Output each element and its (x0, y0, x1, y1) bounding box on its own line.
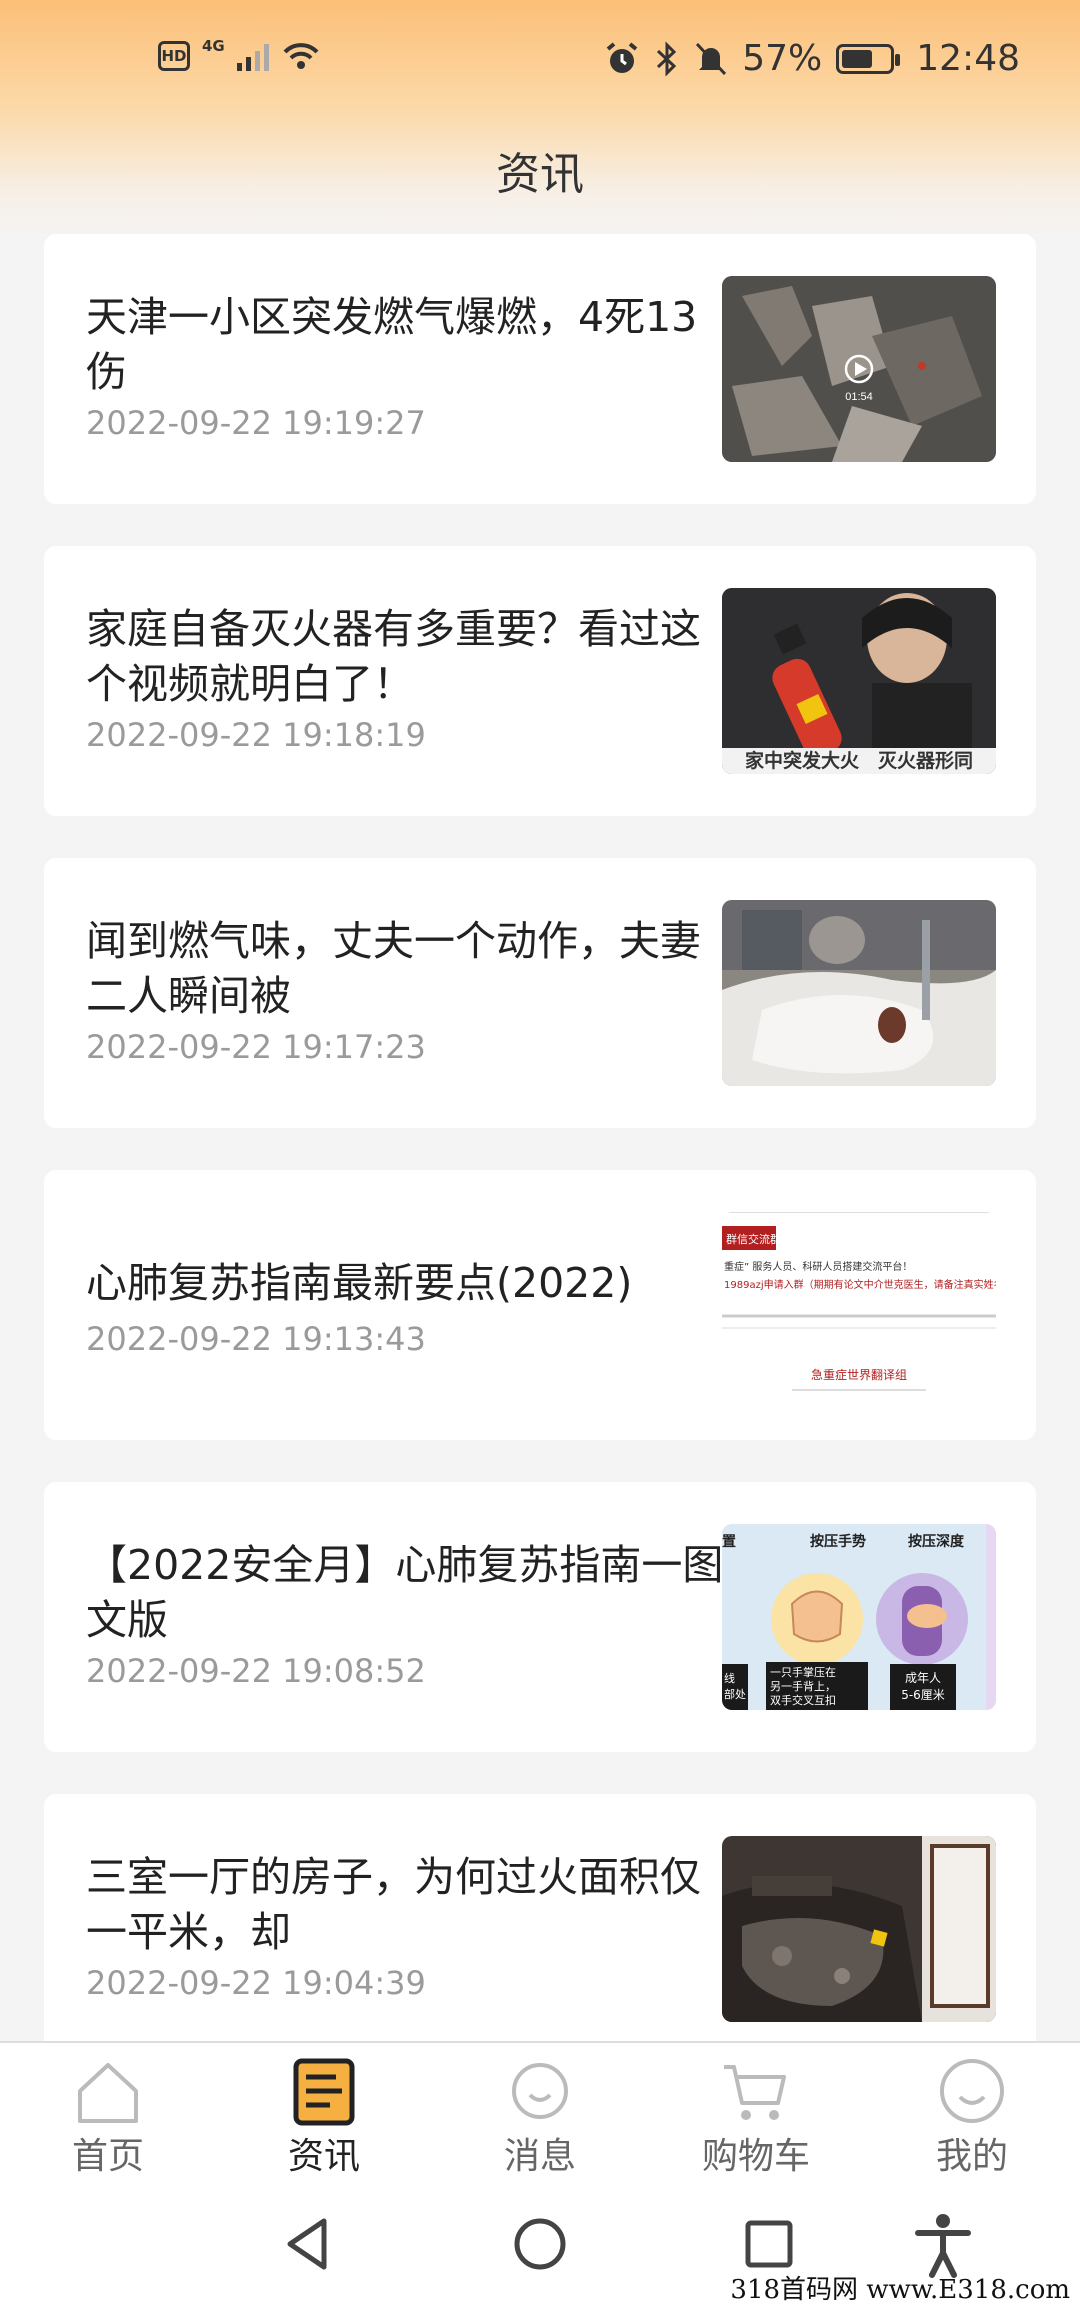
article-time: 2022-09-22 19:04:39 (86, 1964, 426, 2002)
article-card[interactable]: 【2022安全月】心肺复苏指南一图文版 2022-09-22 19:08:52 … (44, 1482, 1036, 1752)
back-icon[interactable] (274, 2209, 344, 2279)
nav-messages[interactable]: 消息 (432, 2043, 648, 2181)
article-thumbnail (722, 1836, 996, 2022)
svg-text:线: 线 (724, 1671, 735, 1685)
article-title: 天津一小区突发燃气爆燃，4死13伤 (86, 293, 698, 396)
nav-label: 首页 (71, 2136, 144, 2177)
svg-text:群信交流群: 群信交流群 (726, 1232, 781, 1246)
video-caption: 家中突发大火 灭火器形同 (745, 749, 973, 772)
news-icon (293, 2058, 355, 2126)
nav-cart[interactable]: 购物车 (648, 2043, 864, 2181)
svg-text:重症” 服务人员、科研人员搭建交流平台！: 重症” 服务人员、科研人员搭建交流平台！ (724, 1260, 912, 1273)
article-title: 心肺复苏指南最新要点(2022) (86, 1259, 633, 1307)
news-feed[interactable]: 天津一小区突发燃气爆燃，4死13伤 2022-09-22 19:19:27 01… (44, 234, 1036, 2106)
article-time: 2022-09-22 19:13:43 (86, 1320, 426, 1358)
nav-label: 我的 (935, 2136, 1008, 2177)
nav-label: 消息 (503, 2136, 576, 2177)
system-nav-bar: 318首码网 www.E318.com (0, 2181, 1080, 2310)
article-time: 2022-09-22 19:18:19 (86, 716, 426, 754)
cart-icon (724, 2065, 786, 2120)
watermark: 318首码网 www.E318.com (730, 2275, 1070, 2305)
article-card[interactable]: 三室一厅的房子，为何过火面积仅一平米，却 2022-09-22 19:04:39 (44, 1794, 1036, 2064)
svg-text:置: 置 (722, 1533, 736, 1550)
message-icon (512, 2063, 568, 2119)
bluetooth-icon (657, 40, 677, 77)
svg-text:部处: 部处 (724, 1687, 746, 1701)
article-card[interactable]: 闻到燃气味，丈夫一个动作，夫妻二人瞬间被 2022-09-22 19:17:23 (44, 858, 1036, 1128)
profile-icon (940, 2059, 1004, 2123)
svg-text:5-6厘米: 5-6厘米 (901, 1688, 945, 1702)
article-time: 2022-09-22 19:08:52 (86, 1652, 426, 1690)
svg-text:另一手背上，: 另一手背上， (770, 1679, 836, 1693)
svg-text:双手交叉互扣: 双手交叉互扣 (770, 1693, 836, 1707)
article-title: 闻到燃气味，丈夫一个动作，夫妻二人瞬间被 (86, 917, 701, 1020)
nav-home[interactable]: 首页 (0, 2043, 216, 2181)
bottom-nav: 首页 资讯 消息 购物车 我的 (0, 2041, 1080, 2181)
article-time: 2022-09-22 19:17:23 (86, 1028, 426, 1066)
svg-text:一只手掌压在: 一只手掌压在 (770, 1665, 836, 1679)
network-type: 4G (202, 37, 225, 55)
status-bar: HD 4G 57% 12:48 (0, 0, 1080, 125)
nav-label: 资讯 (287, 2136, 360, 2177)
document-caption: 急重症世界翻译组 (811, 1367, 907, 1382)
page-title: 资讯 (496, 149, 584, 200)
mute-icon (696, 42, 727, 75)
alarm-icon (606, 41, 638, 73)
home-icon (78, 2063, 138, 2123)
battery-icon (836, 43, 901, 74)
battery-percent: 57% (742, 38, 823, 79)
svg-text:按压深度: 按压深度 (908, 1533, 965, 1550)
status-right: 57% 12:48 (604, 38, 1020, 79)
nav-news[interactable]: 资讯 (216, 2043, 432, 2181)
home-circle-icon[interactable] (505, 2209, 575, 2279)
hd-badge: HD (158, 41, 190, 71)
article-thumbnail (722, 900, 996, 1086)
status-left: HD 4G (158, 37, 321, 72)
article-title: 【2022安全月】心肺复苏指南一图文版 (86, 1541, 724, 1644)
nav-label: 购物车 (701, 2136, 810, 2177)
article-title: 三室一厅的房子，为何过火面积仅一平米，却 (86, 1853, 701, 1956)
signal-icon (236, 41, 269, 71)
svg-text:按压手势: 按压手势 (810, 1533, 866, 1550)
svg-text:成年人: 成年人 (905, 1671, 941, 1685)
article-thumbnail: 群信交流群 重症” 服务人员、科研人员搭建交流平台！ 1989azj申请入群（期… (722, 1212, 996, 1398)
video-duration: 01:54 (845, 391, 873, 403)
article-card[interactable]: 心肺复苏指南最新要点(2022) 2022-09-22 19:13:43 群信交… (44, 1170, 1036, 1440)
article-thumbnail: 置 按压手势 按压深度 线 部处 一只手掌压在 另一手背上， 双手交叉互扣 成年… (722, 1524, 996, 1710)
nav-profile[interactable]: 我的 (864, 2043, 1080, 2181)
svg-text:1989azj申请入群（期期有论文中介世克医生，请备注真实姓: 1989azj申请入群（期期有论文中介世克医生，请备注真实姓名+ (724, 1278, 996, 1291)
article-time: 2022-09-22 19:19:27 (86, 404, 426, 442)
article-thumbnail: 01:54 (722, 276, 996, 462)
article-card[interactable]: 家庭自备灭火器有多重要？看过这个视频就明白了！ 2022-09-22 19:18… (44, 546, 1036, 816)
article-thumbnail: 家中突发大火 灭火器形同 (722, 588, 996, 774)
clock: 12:48 (916, 38, 1020, 79)
wifi-icon (283, 43, 319, 69)
article-card[interactable]: 天津一小区突发燃气爆燃，4死13伤 2022-09-22 19:19:27 01… (44, 234, 1036, 504)
article-title: 家庭自备灭火器有多重要？看过这个视频就明白了！ (86, 605, 701, 708)
